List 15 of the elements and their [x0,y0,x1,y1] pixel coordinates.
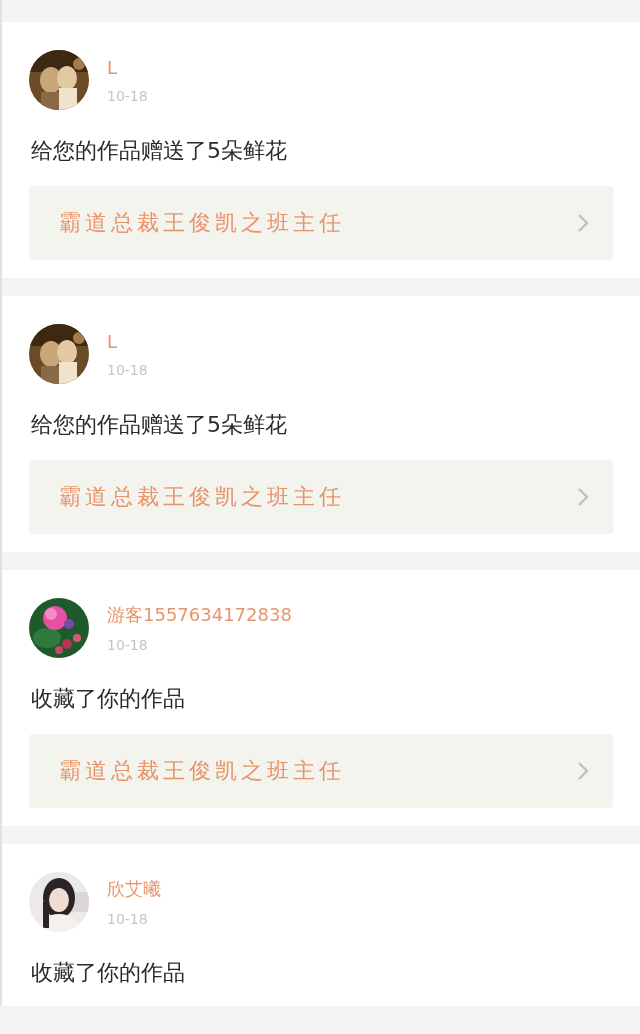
notification-text: 给您的作品赠送了5朵鲜花 [31,411,288,439]
user-name[interactable]: 游客1557634172838 [107,603,292,627]
user-name[interactable]: 欣艾曦 [107,877,161,901]
date-text: 10-18 [107,87,148,104]
date-text: 10-18 [107,361,148,378]
work-link[interactable]: 霸道总裁王俊凯之班主任 [29,734,613,808]
date-text: 10-18 [107,911,149,927]
user-name[interactable]: L [107,56,148,78]
work-link[interactable]: 霸道总裁王俊凯之班主任 [29,460,613,534]
notification-text: 给您的作品赠送了5朵鲜花 [31,137,288,165]
date-text: 10-18 [107,637,149,653]
work-link[interactable]: 霸道总裁王俊凯之班主任 [29,186,613,260]
notification-text: 收藏了你的作品 [31,685,186,713]
user-name[interactable]: L [107,330,148,352]
notification-text: 收藏了你的作品 [31,959,186,987]
